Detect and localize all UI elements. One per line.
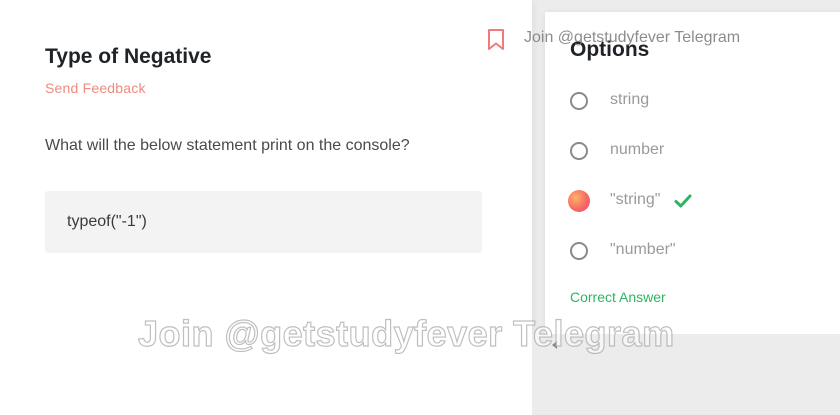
option-label: number: [610, 141, 665, 158]
code-block: typeof("-1"): [45, 191, 482, 253]
code-text: typeof("-1"): [67, 213, 147, 230]
question-title: Type of Negative: [45, 45, 212, 68]
watermark-center: Join @getstudyfever Telegram: [137, 312, 675, 354]
check-icon: [674, 193, 692, 209]
question-text: What will the below statement print on t…: [45, 137, 410, 154]
option-label: string: [610, 91, 650, 108]
panel-edge: [0, 352, 18, 415]
option-label: "number": [610, 241, 676, 258]
send-feedback-link[interactable]: Send Feedback: [45, 80, 146, 96]
option-3[interactable]: "string": [568, 190, 810, 217]
option-4[interactable]: "number": [570, 241, 810, 267]
radio-button[interactable]: [570, 242, 588, 260]
option-1[interactable]: string: [570, 91, 810, 117]
option-label: "string": [610, 191, 661, 208]
radio-button-selected[interactable]: [568, 190, 590, 212]
bookmark-icon[interactable]: [486, 28, 506, 52]
radio-button[interactable]: [570, 92, 588, 110]
option-2[interactable]: number: [570, 141, 810, 167]
options-panel: Options string number "string" "number" …: [545, 12, 840, 334]
radio-button[interactable]: [570, 142, 588, 160]
watermark-top: Join @getstudyfever Telegram: [524, 29, 741, 46]
correct-answer-label: Correct Answer: [570, 289, 666, 305]
